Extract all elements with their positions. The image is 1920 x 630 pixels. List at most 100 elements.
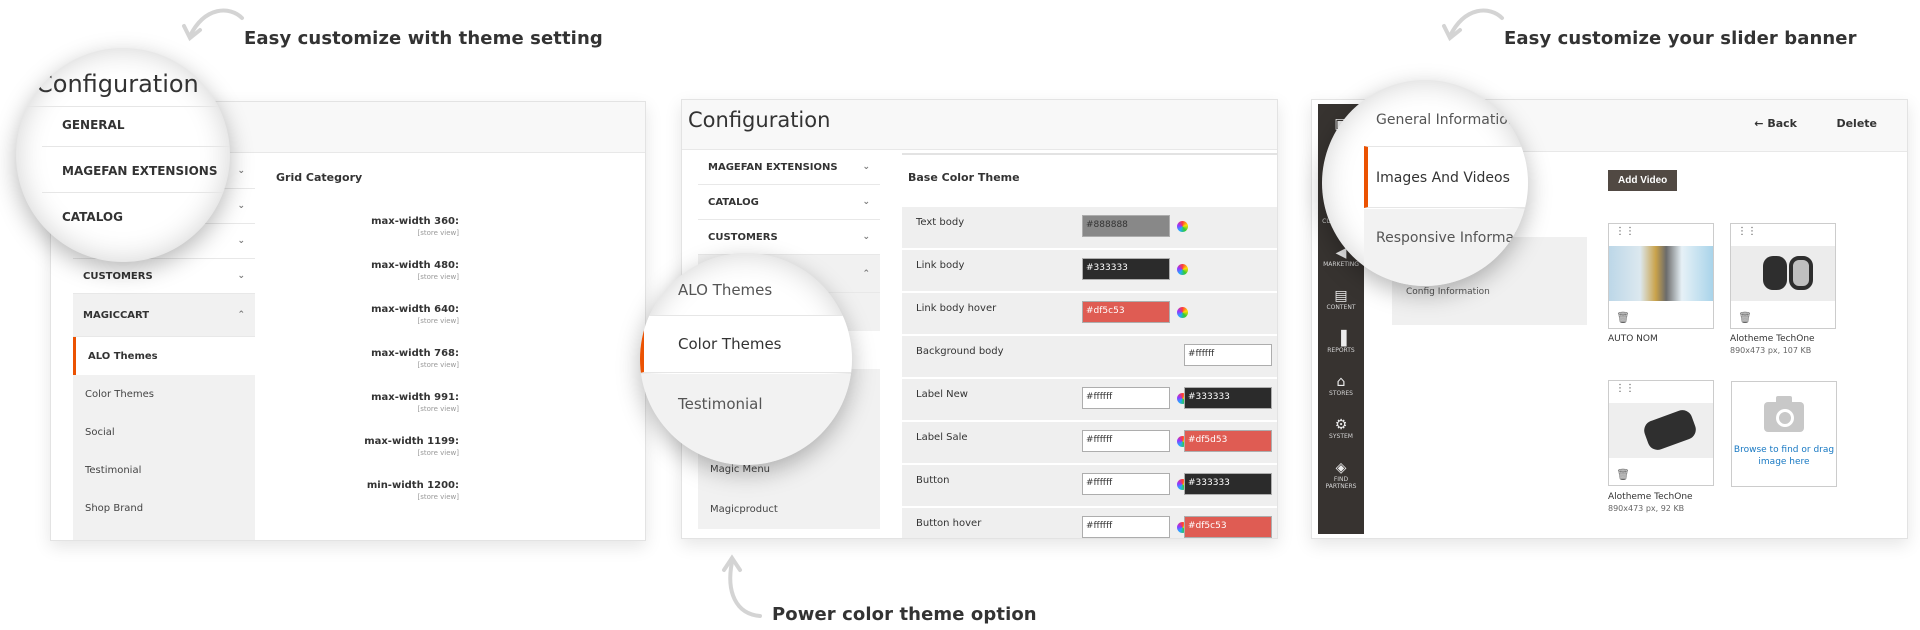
chevron-down-icon: ⌄ [862, 232, 870, 242]
lens-item-testimonial[interactable]: Testimonial [678, 395, 763, 413]
tab-responsive-information[interactable]: Responsive Informati [1376, 230, 1523, 246]
box-icon: ◈ [1335, 460, 1347, 476]
color-input[interactable]: #333333 [1082, 258, 1170, 280]
field-label: max-width 640: [371, 304, 459, 315]
sub-item-shop-brand[interactable]: Shop Brand [73, 489, 255, 527]
color-label: Label New [916, 389, 968, 400]
trash-icon[interactable]: 🗑 [1738, 311, 1752, 324]
chevron-down-icon: ⌄ [862, 197, 870, 207]
caption-theme-setting: Easy customize with theme setting [244, 28, 603, 49]
color-row: Link body #333333 [902, 250, 1277, 292]
base-color-theme-section: Base Color Theme Text body #888888 Link bo… [902, 153, 1277, 538]
trash-icon[interactable]: 🗑 [1616, 468, 1630, 481]
admin-menu-item[interactable]: ▤ CONTENT [1318, 288, 1364, 311]
lens-item-general[interactable]: GENERAL [62, 118, 124, 132]
scope-label: [store view] [417, 229, 459, 237]
image-name: Alotheme TechOne [1608, 492, 1693, 502]
back-button[interactable]: ← Back [1754, 117, 1797, 130]
image-meta: 890x473 px, 107 KB [1730, 346, 1812, 355]
color-label: Text body [916, 217, 965, 228]
admin-menu-item[interactable]: ⌂ STORES [1318, 374, 1364, 397]
sub-item-alo-themes[interactable]: ALO Themes [73, 337, 255, 375]
bar-chart-icon: ▐ [1335, 331, 1347, 347]
color-input-secondary[interactable]: #df5d53 [1184, 430, 1272, 452]
color-label: Background body [916, 346, 1004, 357]
chevron-up-icon: ⌃ [237, 310, 245, 320]
color-input-secondary[interactable]: #333333 [1184, 387, 1272, 409]
color-input-secondary[interactable]: #333333 [1184, 473, 1272, 495]
color-input[interactable]: #ffffff [1082, 430, 1170, 452]
color-row: Background body #ffffff [902, 336, 1277, 378]
color-label: Link body hover [916, 303, 997, 314]
store-icon: ⌂ [1336, 374, 1346, 390]
field-row: max-width 768:[store view]3 item(s) /row… [276, 346, 645, 390]
scope-label: [store view] [417, 317, 459, 325]
scope-label: [store view] [417, 405, 459, 413]
sub-item-social[interactable]: Social [73, 413, 255, 451]
color-input[interactable]: #ffffff [1082, 516, 1170, 538]
image-item[interactable]: ⋮⋮ 🗑 [1608, 380, 1714, 486]
field-row: max-width 1199:[store view]2 item(s) /ro… [276, 434, 645, 478]
chevron-down-icon: ⌄ [237, 236, 245, 246]
field-row: max-width 991:[store view]4 item(s) /row… [276, 390, 645, 434]
color-input-secondary[interactable]: #df5c53 [1184, 516, 1272, 538]
color-picker-icon[interactable] [1177, 307, 1188, 318]
tab-general-information[interactable]: General Information - '' [1376, 112, 1528, 128]
image-upload-dropzone[interactable]: Browse to find or drag image here [1731, 381, 1837, 487]
color-input[interactable]: #ffffff [1082, 387, 1170, 409]
nav-group-magefan[interactable]: MAGEFAN EXTENSIONS⌄ [698, 150, 880, 185]
color-row: Link body hover #df5c53 [902, 293, 1277, 335]
drag-handle-icon[interactable]: ⋮⋮ [1615, 384, 1635, 394]
sub-item-color-themes[interactable]: Color Themes [73, 375, 255, 413]
trash-icon[interactable]: 🗑 [1616, 311, 1630, 324]
image-item[interactable]: ⋮⋮ 🗑 [1730, 223, 1836, 329]
upload-link[interactable]: Browse to find or drag image here [1732, 444, 1836, 468]
field-label: max-width 768: [371, 348, 459, 359]
chevron-up-icon: ⌃ [862, 268, 870, 279]
chevron-down-icon: ⌄ [862, 162, 870, 172]
color-row: Button #ffffff #333333 [902, 465, 1277, 507]
arrow-left-icon: ← [1754, 117, 1764, 130]
image-item[interactable]: ⋮⋮ 🗑 [1608, 223, 1714, 329]
field-label: max-width 360: [371, 216, 459, 227]
delete-button[interactable]: Delete [1836, 117, 1877, 130]
scope-label: [store view] [417, 273, 459, 281]
page-title: Configuration [36, 70, 199, 98]
color-input[interactable]: #df5c53 [1082, 301, 1170, 323]
curved-arrow-icon [1442, 8, 1504, 42]
nav-group-magiccart[interactable]: MAGICCART ⌃ [73, 294, 255, 337]
drag-handle-icon[interactable]: ⋮⋮ [1737, 227, 1757, 237]
color-input[interactable]: #ffffff [1082, 473, 1170, 495]
color-row: Button hover #ffffff #df5c53 [902, 508, 1277, 538]
nav-group-customers[interactable]: CUSTOMERS ⌄ [73, 259, 255, 294]
tab-images-videos[interactable]: Images And Videos [1376, 170, 1510, 186]
field-row: max-width 640:[store view]2 item(s) /row… [276, 302, 645, 346]
gear-icon: ⚙ [1334, 417, 1348, 433]
magnifier-lens: ALO Themes Color Themes Testimonial [640, 253, 852, 465]
color-picker-icon[interactable] [1177, 264, 1188, 275]
field-label: min-width 1200: [366, 480, 459, 491]
nav-group-catalog[interactable]: CATALOG⌄ [698, 185, 880, 220]
field-label: max-width 991: [371, 392, 459, 403]
admin-menu-item[interactable]: ◈ FIND PARTNERS [1318, 460, 1364, 490]
color-row: Label New #ffffff #333333 [902, 379, 1277, 421]
drag-handle-icon[interactable]: ⋮⋮ [1615, 227, 1635, 237]
color-input-secondary[interactable]: #ffffff [1184, 344, 1272, 366]
scope-label: [store view] [417, 361, 459, 369]
magnifier-lens: Configuration GENERAL MAGEFAN EXTENSIONS… [16, 48, 230, 262]
sub-item-magicproduct[interactable]: Magicproduct [698, 489, 880, 529]
sub-item-magicproduct[interactable]: Magicproduct [73, 527, 255, 540]
color-picker-icon[interactable] [1177, 221, 1188, 232]
lens-item-color-themes[interactable]: Color Themes [678, 335, 781, 353]
lens-item-catalog[interactable]: CATALOG [62, 210, 123, 224]
add-video-button[interactable]: Add Video [1608, 170, 1678, 191]
color-input[interactable]: #888888 [1082, 215, 1170, 237]
curved-arrow-icon [722, 554, 762, 618]
admin-menu-item[interactable]: ▐ REPORTS [1318, 331, 1364, 354]
product-image [1609, 246, 1713, 301]
admin-menu-item[interactable]: ⚙ SYSTEM [1318, 417, 1364, 440]
lens-item-magefan[interactable]: MAGEFAN EXTENSIONS [62, 164, 217, 178]
nav-group-customers[interactable]: CUSTOMERS ⌄ [698, 220, 880, 255]
lens-item-alo-themes[interactable]: ALO Themes [678, 281, 772, 299]
sub-item-testimonial[interactable]: Testimonial [73, 451, 255, 489]
